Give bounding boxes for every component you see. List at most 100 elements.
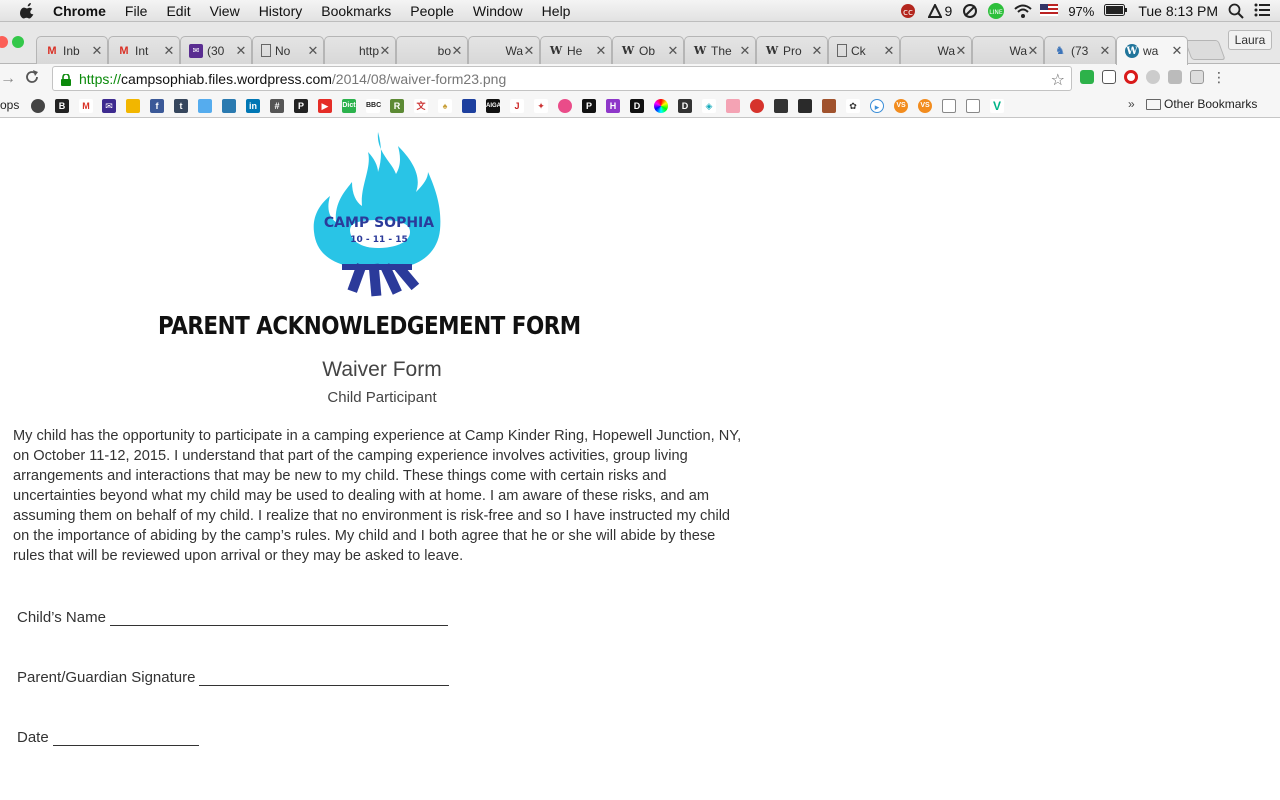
tab-close-icon[interactable]: ✕: [1099, 43, 1111, 59]
avatar-bookmark-icon[interactable]: [822, 99, 836, 113]
document-2-bookmark-icon[interactable]: [966, 99, 980, 113]
menubar-clock[interactable]: Tue 8:13 PM: [1138, 3, 1218, 19]
tab-10[interactable]: W The ✕: [684, 36, 756, 64]
d-black-bookmark-icon[interactable]: D: [630, 99, 644, 113]
tab-5[interactable]: http ✕: [324, 36, 396, 64]
menu-bookmarks[interactable]: Bookmarks: [321, 3, 391, 19]
document-bookmark-icon[interactable]: [942, 99, 956, 113]
tab-close-icon[interactable]: ✕: [235, 43, 247, 59]
d-bookmark-icon[interactable]: D: [678, 99, 692, 113]
wifi-icon[interactable]: [1014, 3, 1032, 19]
twitter-2-bookmark-icon[interactable]: [222, 99, 236, 113]
opera-extension-icon[interactable]: [1124, 70, 1138, 84]
mail-bookmark-icon[interactable]: ✉: [102, 99, 116, 113]
address-bar[interactable]: https:// campsophiab.files.wordpress.com…: [52, 66, 1072, 91]
window-close-button[interactable]: [0, 36, 8, 48]
vs-bookmark-icon[interactable]: VS: [894, 99, 908, 113]
menu-help[interactable]: Help: [542, 3, 571, 19]
profile-button[interactable]: Laura: [1228, 30, 1272, 50]
tab-close-icon[interactable]: ✕: [811, 43, 823, 59]
diamond-bookmark-icon[interactable]: ◈: [702, 99, 716, 113]
dribbble-bookmark-icon[interactable]: [558, 99, 572, 113]
tab-close-icon[interactable]: ✕: [451, 43, 463, 59]
battery-icon[interactable]: [1104, 3, 1128, 19]
tab-close-icon[interactable]: ✕: [667, 43, 679, 59]
tab-2[interactable]: M Int ✕: [108, 36, 180, 64]
cat-bookmark-icon[interactable]: ✿: [846, 99, 860, 113]
aiga-bookmark-icon[interactable]: AIGA: [486, 99, 501, 113]
menu-edit[interactable]: Edit: [166, 3, 190, 19]
tab-close-icon[interactable]: ✕: [739, 43, 751, 59]
youtube-bookmark-icon[interactable]: ▶: [318, 99, 332, 113]
lock-icon[interactable]: [61, 72, 71, 86]
reload-icon[interactable]: [24, 69, 42, 89]
window-zoom-button[interactable]: [12, 36, 24, 48]
twitter-bookmark-icon[interactable]: [198, 99, 212, 113]
color-wheel-bookmark-icon[interactable]: [654, 99, 668, 113]
us-flag-icon[interactable]: [1040, 3, 1059, 19]
tab-12[interactable]: Ck ✕: [828, 36, 900, 64]
play-circle-bookmark-icon[interactable]: ▸: [870, 99, 884, 113]
bookmark-star-icon[interactable]: ☆: [1051, 70, 1065, 90]
menu-people[interactable]: People: [410, 3, 454, 19]
sync-icon[interactable]: [962, 3, 978, 19]
tab-close-icon[interactable]: ✕: [523, 43, 535, 59]
tab-8[interactable]: W He ✕: [540, 36, 612, 64]
vine-bookmark-icon[interactable]: V: [990, 99, 1004, 113]
notification-center-icon[interactable]: [1254, 3, 1270, 19]
tab-4[interactable]: No ✕: [252, 36, 324, 64]
tab-close-icon[interactable]: ✕: [379, 43, 391, 59]
tab-close-icon[interactable]: ✕: [883, 43, 895, 59]
news-extension-icon[interactable]: [1190, 70, 1204, 84]
flag-bookmark-icon[interactable]: [462, 99, 476, 113]
pinterest-bookmark-icon[interactable]: P: [294, 99, 308, 113]
bbc-bookmark-icon[interactable]: BBC: [366, 99, 381, 113]
menu-history[interactable]: History: [259, 3, 303, 19]
apps-shortcut[interactable]: ops: [0, 98, 19, 112]
back-arrow-icon[interactable]: →: [0, 70, 16, 88]
tab-14[interactable]: Wa ✕: [972, 36, 1044, 64]
creative-cloud-icon[interactable]: cc: [900, 3, 918, 19]
tab-6[interactable]: bo ✕: [396, 36, 468, 64]
tab-13[interactable]: Wa ✕: [900, 36, 972, 64]
vs-2-bookmark-icon[interactable]: VS: [918, 99, 932, 113]
linkedin-bookmark-icon[interactable]: in: [246, 99, 260, 113]
tab-close-icon[interactable]: ✕: [91, 43, 103, 59]
toktogi-extension-icon[interactable]: [1080, 70, 1094, 84]
chinese-bookmark-icon[interactable]: 文: [414, 99, 428, 113]
spotlight-search-icon[interactable]: [1228, 3, 1244, 19]
menu-view[interactable]: View: [210, 3, 240, 19]
tab-15[interactable]: ♞ (73 ✕: [1044, 36, 1116, 64]
photo-bookmark-icon[interactable]: [774, 99, 788, 113]
menu-window[interactable]: Window: [473, 3, 523, 19]
j-bookmark-icon[interactable]: J: [510, 99, 524, 113]
red-face-bookmark-icon[interactable]: [750, 99, 764, 113]
person-bookmark-icon[interactable]: [798, 99, 812, 113]
facebook-bookmark-icon[interactable]: f: [150, 99, 164, 113]
tab-16-active[interactable]: W wa ✕: [1116, 36, 1188, 65]
ink-extension-icon[interactable]: [1102, 70, 1116, 84]
line-app-icon[interactable]: LINE: [988, 3, 1005, 19]
chrome-menu-icon[interactable]: ⋮: [1212, 70, 1226, 84]
tab-close-icon[interactable]: ✕: [955, 43, 967, 59]
tab-close-icon[interactable]: ✕: [1171, 43, 1183, 59]
tumblr-bookmark-icon[interactable]: t: [174, 99, 188, 113]
drive-bookmark-icon[interactable]: [126, 99, 140, 113]
other-bookmarks-folder[interactable]: Other Bookmarks: [1146, 97, 1257, 111]
bookmarks-overflow-chevron[interactable]: »: [1128, 97, 1135, 111]
tab-1[interactable]: M Inb ✕: [36, 36, 108, 64]
tab-3[interactable]: ✉ (30 ✕: [180, 36, 252, 64]
bb-bookmark-icon[interactable]: B: [55, 99, 69, 113]
tab-close-icon[interactable]: ✕: [1027, 43, 1039, 59]
menu-file[interactable]: File: [125, 3, 148, 19]
gmail-bookmark-icon[interactable]: M: [79, 99, 93, 113]
menu-app-name[interactable]: Chrome: [53, 3, 106, 19]
tab-close-icon[interactable]: ✕: [163, 43, 175, 59]
tab-7[interactable]: Wa ✕: [468, 36, 540, 64]
new-tab-button[interactable]: [1184, 40, 1226, 60]
p-bookmark-icon[interactable]: P: [582, 99, 596, 113]
adobe-notification-icon[interactable]: 9: [927, 3, 952, 19]
hashtag-bookmark-icon[interactable]: #: [270, 99, 284, 113]
mendeley-extension-icon[interactable]: [1146, 70, 1160, 84]
r-bookmark-icon[interactable]: R: [390, 99, 404, 113]
